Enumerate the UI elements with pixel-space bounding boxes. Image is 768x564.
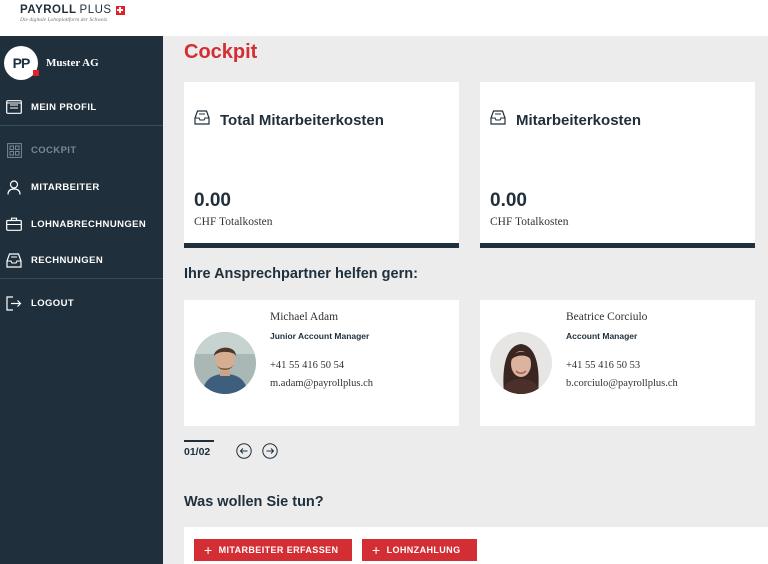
stat-card-title: Total Mitarbeiterkosten: [220, 111, 384, 129]
contacts-section-title: Ihre Ansprechpartner helfen gern:: [184, 266, 418, 282]
sidebar-item-label: COCKPIT: [31, 144, 77, 156]
stat-card-unit: CHF Totalkosten: [490, 216, 569, 228]
brand-tagline: Die digitale Lohnplattform der Schweiz: [20, 17, 108, 23]
contact-phone[interactable]: +41 55 416 50 53: [566, 360, 640, 371]
dashboard-icon: [6, 142, 22, 158]
plus-icon: +: [372, 542, 381, 558]
sidebar-item-label: MITARBEITER: [31, 181, 100, 193]
sidebar: PP Muster AG MEIN PROFIL COCKPIT MITARBE…: [0, 36, 163, 564]
contact-name: Beatrice Corciulo: [566, 311, 648, 323]
top-bar: PAYROLL PLUS Die digitale Lohnplattform …: [0, 0, 768, 36]
company-name: Muster AG: [46, 57, 99, 69]
page-title: Cockpit: [184, 41, 258, 63]
contact-email[interactable]: m.adam@payrollplus.ch: [270, 378, 373, 389]
contact-avatar: [490, 332, 552, 394]
sidebar-item-logout[interactable]: LOGOUT: [0, 291, 163, 315]
arrow-right-icon: [262, 443, 278, 463]
stat-card-mitarbeiterkosten: Mitarbeiterkosten 0.00 CHF Totalkosten: [480, 82, 755, 248]
sidebar-divider: [0, 125, 163, 126]
logout-icon: [6, 295, 22, 311]
payroll-payment-button[interactable]: + LOHNZAHLUNG: [362, 539, 477, 561]
brand-logo[interactable]: PAYROLL PLUS Die digitale Lohnplattform …: [20, 4, 125, 23]
inbox-icon: [194, 110, 210, 130]
sidebar-item-label: LOHNABRECHNUNGEN: [31, 218, 147, 230]
user-icon: [6, 179, 22, 195]
arrow-left-icon: [236, 443, 252, 463]
sidebar-divider: [0, 278, 163, 279]
invoice-icon: [6, 252, 22, 268]
sidebar-item-label: LOGOUT: [31, 297, 75, 309]
stat-card-title: Mitarbeiterkosten: [516, 111, 642, 129]
contact-name: Michael Adam: [270, 311, 339, 323]
contact-role: Account Manager: [566, 331, 638, 341]
company-avatar: PP: [4, 46, 39, 80]
swiss-flag-icon: [33, 70, 39, 76]
stat-card-unit: CHF Totalkosten: [194, 216, 273, 228]
sidebar-item-label: RECHNUNGEN: [31, 254, 104, 266]
company-initials: PP: [12, 55, 31, 71]
contact-email[interactable]: b.corciulo@payrollplus.ch: [566, 378, 678, 389]
contact-role: Junior Account Manager: [270, 331, 370, 341]
sidebar-item-rechnungen[interactable]: RECHNUNGEN: [0, 248, 163, 272]
pager-indicator: 01/02: [184, 440, 214, 458]
stat-card-value: 0.00: [490, 190, 527, 211]
inbox-icon: [490, 110, 506, 130]
previous-button[interactable]: [236, 443, 252, 459]
stat-card-header: Mitarbeiterkosten: [490, 110, 641, 130]
next-button[interactable]: [262, 443, 278, 459]
add-employee-button[interactable]: + MITARBEITER ERFASSEN: [194, 539, 352, 561]
sidebar-item-label: MEIN PROFIL: [31, 101, 97, 113]
button-label: MITARBEITER ERFASSEN: [218, 545, 339, 555]
sidebar-item-mitarbeiter[interactable]: MITARBEITER: [0, 175, 163, 199]
sidebar-item-cockpit[interactable]: COCKPIT: [0, 138, 163, 162]
brand-name: PAYROLL: [20, 4, 77, 16]
stat-card-total-mitarbeiterkosten: Total Mitarbeiterkosten 0.00 CHF Totalko…: [184, 82, 459, 248]
brand-name-suffix: PLUS: [79, 4, 112, 16]
profile-card-icon: [6, 99, 22, 115]
actions-section-title: Was wollen Sie tun?: [184, 494, 324, 510]
contact-card-michael-adam: Michael Adam Junior Account Manager +41 …: [184, 300, 459, 426]
contact-avatar: [194, 332, 256, 394]
briefcase-icon: [6, 216, 22, 232]
stat-card-value: 0.00: [194, 190, 231, 211]
swiss-flag-icon: [115, 5, 125, 15]
contact-card-beatrice-corciulo: Beatrice Corciulo Account Manager +41 55…: [480, 300, 755, 426]
company-header: PP Muster AG: [4, 46, 99, 80]
plus-icon: +: [204, 542, 213, 558]
stat-card-header: Total Mitarbeiterkosten: [194, 110, 384, 130]
button-label: LOHNZAHLUNG: [386, 545, 461, 555]
sidebar-item-mein-profil[interactable]: MEIN PROFIL: [0, 95, 163, 119]
contact-phone[interactable]: +41 55 416 50 54: [270, 360, 344, 371]
brand-wordmark: PAYROLL PLUS: [20, 4, 125, 16]
sidebar-item-lohnabrechnungen[interactable]: LOHNABRECHNUNGEN: [0, 212, 163, 236]
